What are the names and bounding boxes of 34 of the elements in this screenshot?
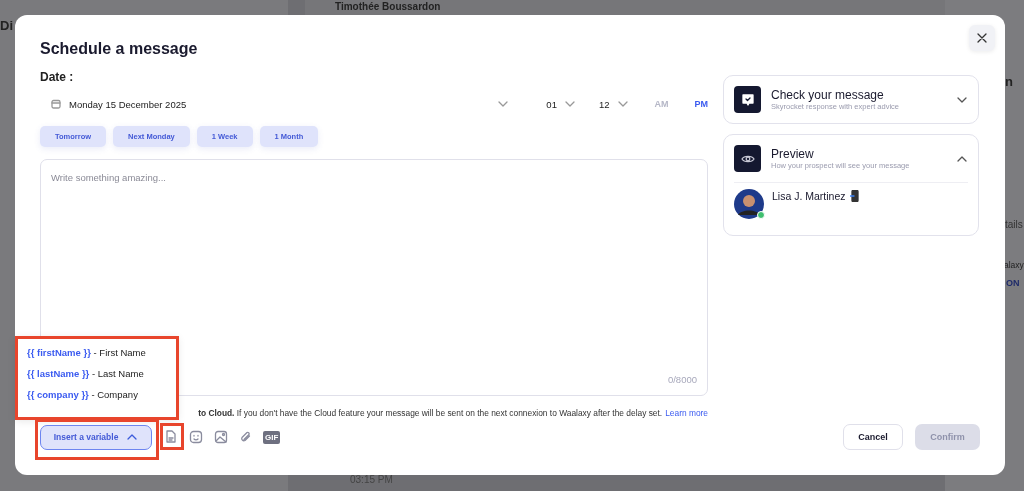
- period-toggle[interactable]: PM: [694, 99, 708, 109]
- date-picker[interactable]: Monday 15 December 2025: [40, 98, 510, 110]
- image-icon: [214, 430, 228, 444]
- smiley-button[interactable]: [189, 430, 203, 444]
- paperclip-icon: [239, 430, 253, 444]
- image-button[interactable]: [214, 430, 228, 444]
- page-heading: Di: [0, 18, 13, 33]
- brand-text: alaxy: [1004, 260, 1024, 270]
- status-label: ON: [1006, 278, 1020, 288]
- cancel-button[interactable]: Cancel: [843, 424, 903, 450]
- contact-name: n: [1005, 74, 1013, 89]
- prospect-name: Lisa J. Martinez: [772, 190, 846, 202]
- learn-more-link[interactable]: Learn more: [665, 408, 708, 418]
- contact-name: Timothée Boussardon: [335, 1, 441, 12]
- close-button[interactable]: [969, 25, 995, 51]
- minute-select[interactable]: 12: [598, 98, 629, 110]
- notice-text: to Cloud. If you don't have the Cloud feature your message will be sent on the next connexion to Waalaxy after the delay set.: [198, 408, 663, 418]
- person-avatar-icon: [734, 189, 764, 219]
- calendar-icon: [51, 99, 61, 109]
- template-button[interactable]: [164, 430, 178, 444]
- chat-check-icon: [740, 92, 755, 107]
- hour-select[interactable]: 01: [546, 98, 576, 110]
- character-counter: 0/8000: [667, 374, 697, 385]
- dialog-title: Schedule a message: [40, 39, 199, 59]
- insert-variable-button[interactable]: Insert a variable: [40, 424, 152, 450]
- close-icon: [977, 33, 987, 43]
- panel-title: Check your message: [771, 87, 885, 102]
- panel-title: Preview: [771, 146, 815, 161]
- phone-icon: [849, 190, 859, 202]
- smiley-icon: [189, 430, 203, 444]
- paperclip-button[interactable]: [239, 430, 253, 444]
- gif-button[interactable]: GIF: [263, 430, 281, 444]
- field-label: Date :: [40, 69, 75, 85]
- template-icon: [164, 430, 178, 444]
